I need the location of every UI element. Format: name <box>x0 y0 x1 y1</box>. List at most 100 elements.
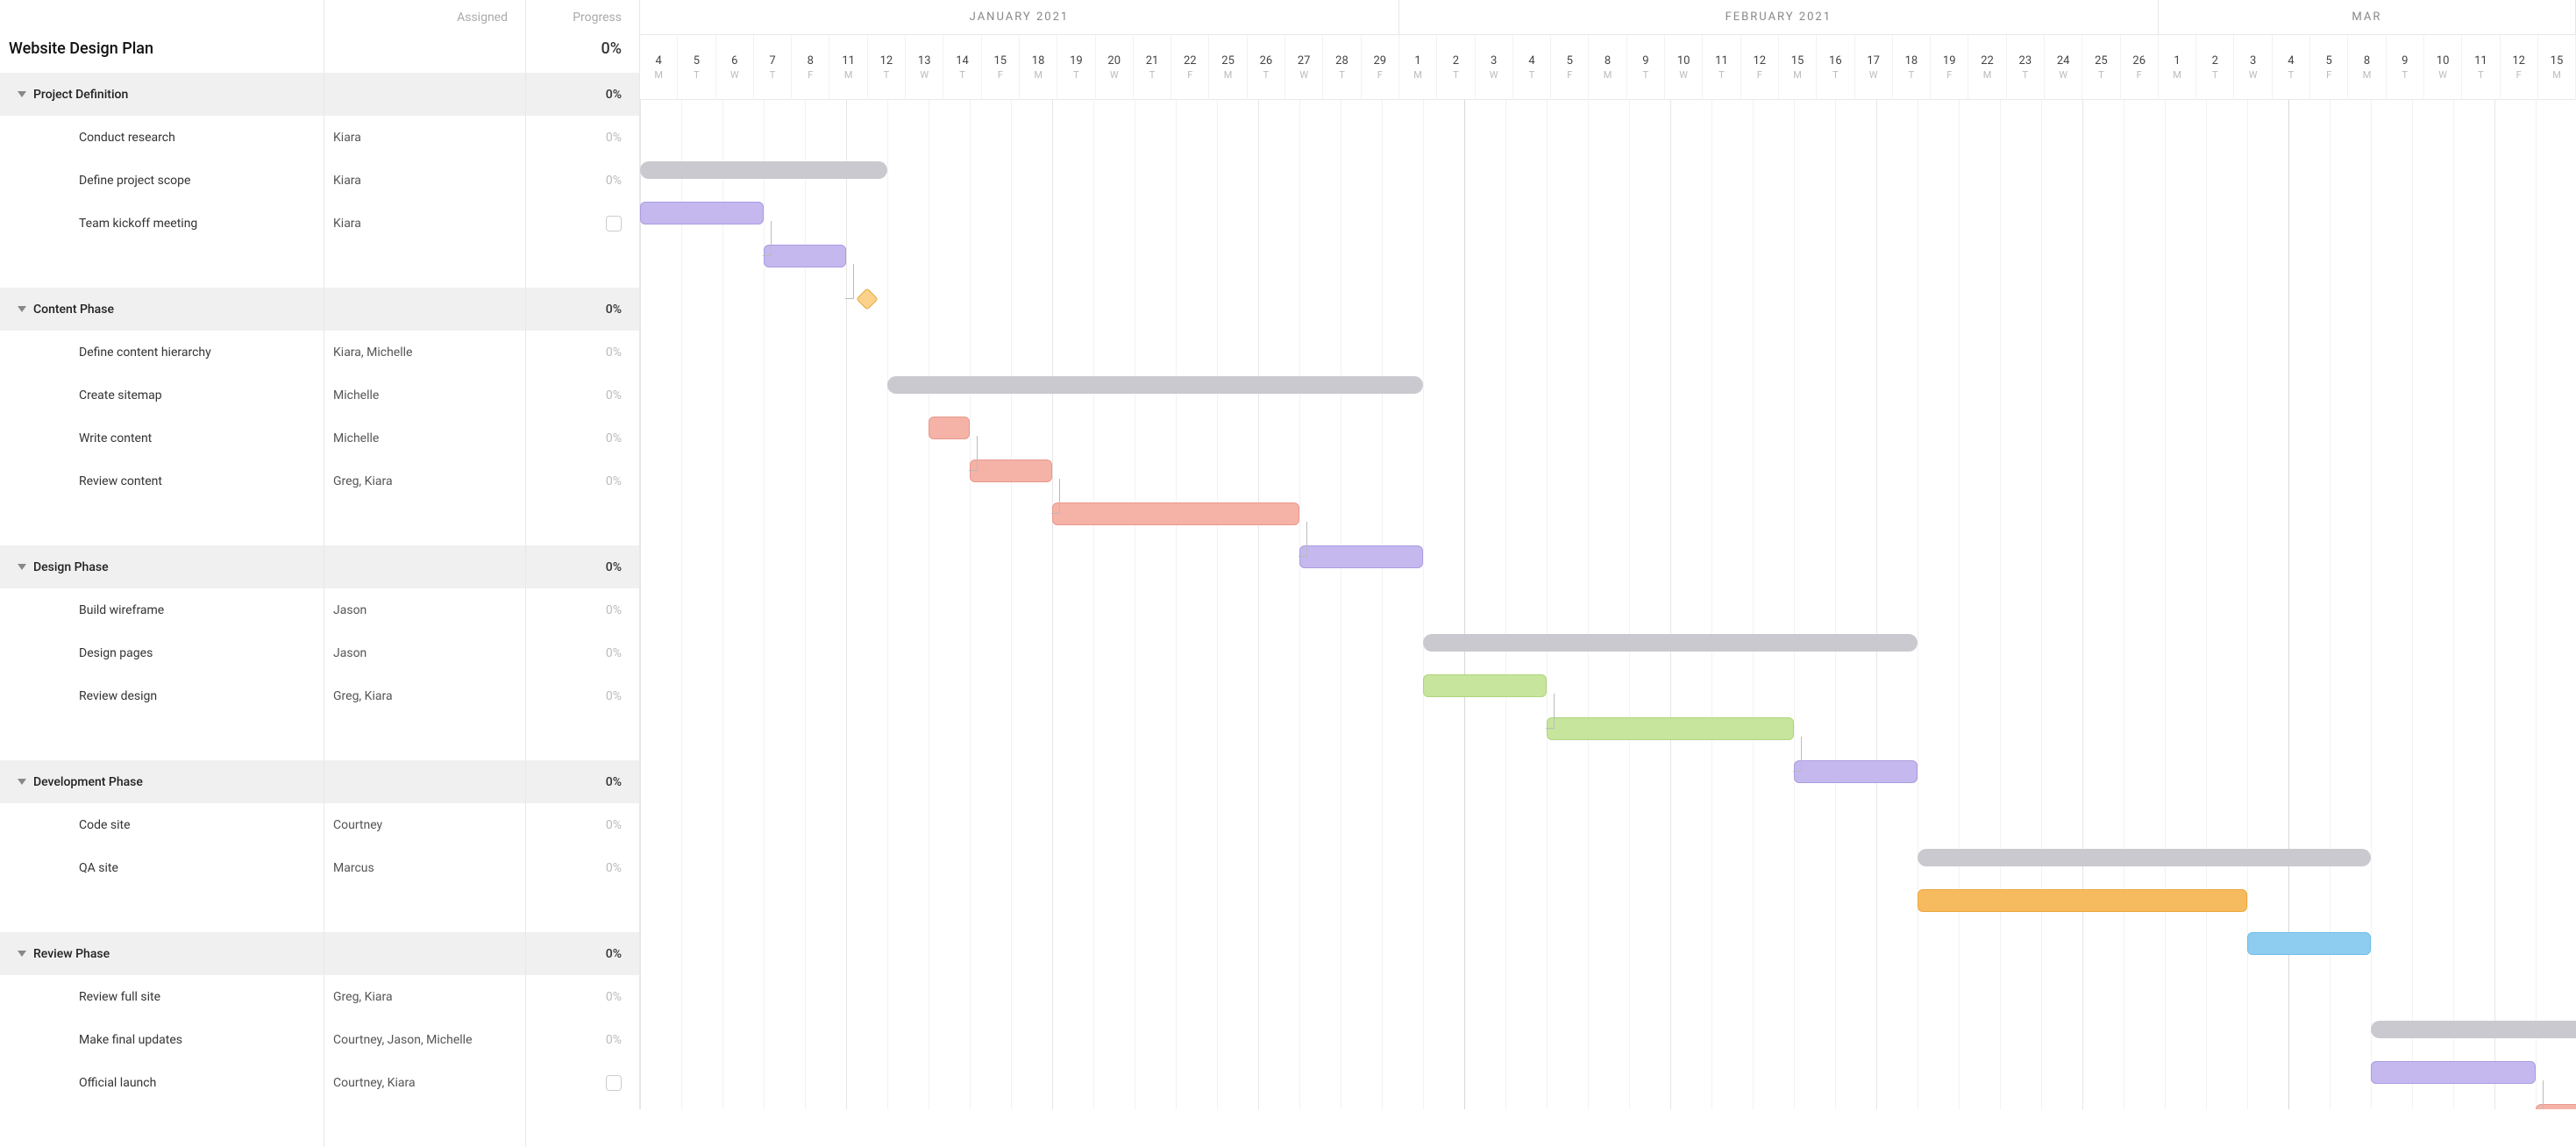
task-bar[interactable] <box>2247 932 2371 955</box>
day-header: 12F <box>1741 35 1779 100</box>
task-name: Code site <box>79 818 131 832</box>
day-header: 10W <box>2424 35 2462 100</box>
task-name: Team kickoff meeting <box>79 217 197 231</box>
summary-bar[interactable] <box>640 161 887 179</box>
month-header: FEBRUARY 2021 <box>1399 0 2159 34</box>
task-bar[interactable] <box>1423 674 1547 697</box>
day-header: 15M <box>1779 35 1817 100</box>
column-header-assigned[interactable]: Assigned <box>324 0 526 25</box>
day-header: 29F <box>1362 35 1399 100</box>
chevron-down-icon[interactable] <box>18 779 26 785</box>
day-header: 2T <box>2196 35 2234 100</box>
section-row[interactable]: Project Definition0% <box>0 73 639 116</box>
task-row[interactable]: Review designGreg, Kiara0% <box>0 674 639 717</box>
dependency-link <box>1299 522 1307 557</box>
task-name: Review design <box>79 689 157 703</box>
day-header: 8M <box>2348 35 2386 100</box>
column-header-progress[interactable]: Progress <box>526 0 639 25</box>
summary-bar[interactable] <box>1918 849 2371 866</box>
section-name: Development Phase <box>33 775 143 789</box>
chevron-down-icon[interactable] <box>18 951 26 957</box>
task-row[interactable]: Conduct researchKiara0% <box>0 116 639 159</box>
task-bar[interactable] <box>1918 889 2247 912</box>
summary-bar[interactable] <box>887 376 1423 394</box>
task-name: Design pages <box>79 646 153 660</box>
day-header: 25M <box>1209 35 1247 100</box>
task-bar[interactable] <box>764 245 846 267</box>
chevron-down-icon[interactable] <box>18 564 26 570</box>
project-title-row[interactable]: Website Design Plan0% <box>0 25 639 73</box>
day-header: 4T <box>2273 35 2310 100</box>
task-row[interactable]: Team kickoff meetingKiara <box>0 202 639 245</box>
summary-bar[interactable] <box>1423 634 1918 652</box>
day-header: 20W <box>1096 35 1134 100</box>
task-row[interactable]: Write contentMichelle0% <box>0 417 639 460</box>
day-header: 21T <box>1134 35 1171 100</box>
spacer-row <box>0 717 639 760</box>
day-header: 15F <box>982 35 1020 100</box>
task-row[interactable]: Review contentGreg, Kiara0% <box>0 460 639 502</box>
dependency-link <box>969 436 978 471</box>
task-name: Official launch <box>79 1076 156 1090</box>
task-name: Review content <box>79 474 162 488</box>
day-header: 18T <box>1893 35 1931 100</box>
day-header: 26F <box>2121 35 2159 100</box>
day-row: 4M5T6W7T8F11M12T13W14T15F18M19T20W21T22F… <box>640 35 2576 100</box>
task-row[interactable]: Official launchCourtney, Kiara <box>0 1061 639 1104</box>
task-list-header: Assigned Progress <box>0 0 639 25</box>
task-bar[interactable] <box>1052 502 1299 525</box>
day-header: 28T <box>1323 35 1361 100</box>
day-header: 7T <box>754 35 792 100</box>
task-row[interactable]: Review full siteGreg, Kiara0% <box>0 975 639 1018</box>
day-header: 14T <box>943 35 981 100</box>
task-bar[interactable] <box>929 417 970 439</box>
spacer-row <box>0 502 639 545</box>
dependency-link <box>763 221 772 256</box>
section-row[interactable]: Development Phase0% <box>0 760 639 803</box>
task-bar[interactable] <box>1547 717 1794 740</box>
day-header: 26T <box>1248 35 1285 100</box>
month-row: JANUARY 2021FEBRUARY 2021MAR <box>640 0 2576 35</box>
day-header: 6W <box>716 35 754 100</box>
project-title: Website Design Plan <box>9 39 153 58</box>
milestone-checkbox[interactable] <box>606 216 622 232</box>
section-row[interactable]: Review Phase0% <box>0 932 639 975</box>
task-row[interactable]: Design pagesJason0% <box>0 631 639 674</box>
task-rows: Website Design Plan0%Project Definition0… <box>0 25 639 1147</box>
task-row[interactable]: Make final updatesCourtney, Jason, Miche… <box>0 1018 639 1061</box>
dependency-link <box>1051 479 1060 514</box>
task-row[interactable]: Create sitemapMichelle0% <box>0 374 639 417</box>
day-header: 13W <box>906 35 943 100</box>
section-name: Review Phase <box>33 947 110 961</box>
task-bar[interactable] <box>1794 760 1918 783</box>
timeline-panel[interactable]: JANUARY 2021FEBRUARY 2021MAR 4M5T6W7T8F1… <box>640 0 2576 1109</box>
day-header: 15M <box>2538 35 2576 100</box>
chevron-down-icon[interactable] <box>18 306 26 312</box>
timeline-grid <box>640 100 2576 1109</box>
day-header: 23T <box>2007 35 2045 100</box>
summary-bar[interactable] <box>2371 1021 2576 1038</box>
task-row[interactable]: QA siteMarcus0% <box>0 846 639 889</box>
month-header: MAR <box>2159 0 2576 34</box>
milestone-checkbox[interactable] <box>606 1075 622 1091</box>
day-header: 25T <box>2082 35 2120 100</box>
day-header: 3W <box>2234 35 2272 100</box>
task-bar[interactable] <box>1299 545 1423 568</box>
dependency-link <box>2535 1080 2544 1110</box>
task-bar[interactable] <box>970 460 1052 482</box>
task-row[interactable]: Code siteCourtney0% <box>0 803 639 846</box>
task-bar[interactable] <box>640 202 764 224</box>
day-header: 24W <box>2045 35 2082 100</box>
task-row[interactable]: Build wireframeJason0% <box>0 588 639 631</box>
task-bar[interactable] <box>2371 1061 2536 1084</box>
section-row[interactable]: Content Phase0% <box>0 288 639 331</box>
section-row[interactable]: Design Phase0% <box>0 545 639 588</box>
spacer-row <box>0 245 639 288</box>
day-header: 22F <box>1171 35 1209 100</box>
task-row[interactable]: Define project scopeKiara0% <box>0 159 639 202</box>
task-name: Define content hierarchy <box>79 346 211 360</box>
chevron-down-icon[interactable] <box>18 91 26 97</box>
spacer-row <box>0 1104 639 1147</box>
day-header: 5T <box>678 35 715 100</box>
task-row[interactable]: Define content hierarchyKiara, Michelle0… <box>0 331 639 374</box>
